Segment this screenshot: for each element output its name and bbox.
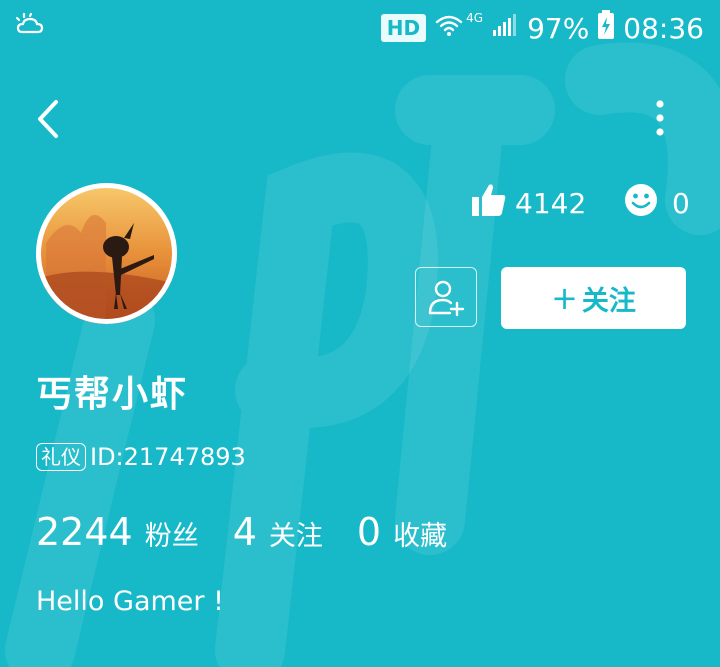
follow-button-label: 关注 [581,285,636,317]
more-options-button[interactable] [648,98,672,138]
username: 丐帮小虾 [36,374,189,415]
more-vertical-icon [656,100,664,136]
likes-count: 4142 [515,187,587,220]
user-id-row: 礼仪 ID:21747893 [36,443,246,471]
smiles-counter[interactable]: 0 [624,183,690,224]
add-friend-icon [428,280,465,317]
wifi-icon [434,12,464,45]
profile-stats: 2244 粉丝 4 关注 0 收藏 [36,510,481,554]
favorites-label[interactable]: 收藏 [393,514,447,553]
clock: 08:36 [623,11,704,45]
battery-charging-icon [597,9,615,47]
following-label[interactable]: 关注 [269,514,323,553]
signal-icon [491,12,519,45]
smiles-count: 0 [672,187,690,220]
following-count[interactable]: 4 [233,510,257,554]
thumbs-up-icon [471,183,507,224]
back-arrow-icon [38,100,58,138]
smile-icon [624,183,658,224]
network-type: 4G [466,11,484,25]
hd-badge: HD [380,14,427,42]
fans-label[interactable]: 粉丝 [145,514,199,553]
etiquette-badge: 礼仪 [36,443,86,471]
status-bar: HD 4G 97% 08:36 [0,0,720,58]
follow-button[interactable]: + 关注 [501,267,686,329]
user-id: ID:21747893 [90,443,246,471]
background-watermark [5,42,720,667]
user-bio: Hello Gamer ! [36,586,224,617]
add-friend-button[interactable] [415,267,477,327]
likes-counter[interactable]: 4142 [471,183,586,224]
avatar[interactable] [36,183,177,324]
back-button[interactable] [28,94,68,144]
battery-percentage: 97% [527,11,590,45]
favorites-count[interactable]: 0 [357,510,381,554]
weather-icon [14,10,50,46]
plus-icon: + [551,279,578,317]
fans-count[interactable]: 2244 [36,510,133,554]
